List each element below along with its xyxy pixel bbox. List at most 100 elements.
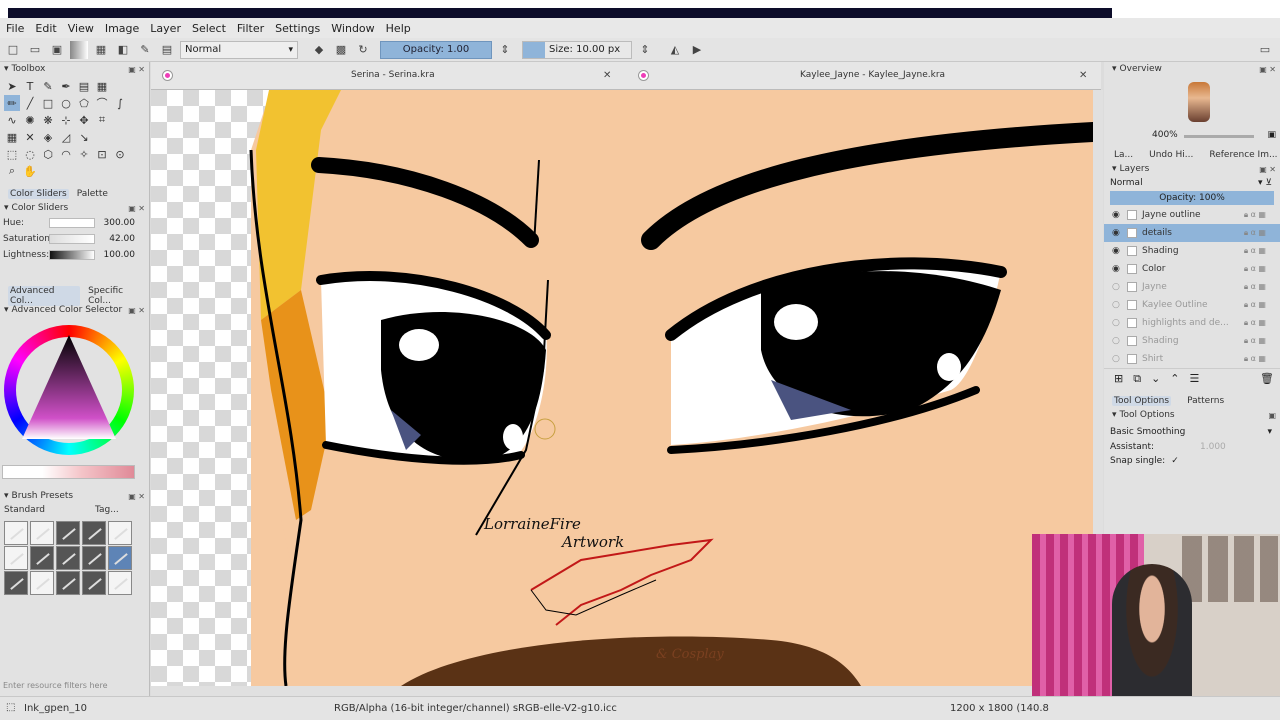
horizontal-scrollbar[interactable] xyxy=(151,686,1101,696)
dock-controls-icon[interactable]: ▣ ✕ xyxy=(128,492,145,501)
eye-closed-icon[interactable]: ○ xyxy=(1112,300,1122,310)
snap-checkbox[interactable]: ✓ xyxy=(1171,456,1179,466)
lasso-select-icon[interactable]: ◠ xyxy=(58,146,74,162)
preserve-alpha-icon[interactable]: ▩ xyxy=(332,41,350,59)
saturation-slider[interactable] xyxy=(49,234,95,244)
brush-preset[interactable] xyxy=(30,546,54,570)
dock-controls-icon[interactable]: ▣ ✕ xyxy=(1259,65,1276,74)
rect-select-icon[interactable]: ⬚ xyxy=(4,146,20,162)
layer-lock-icon[interactable]: 🔒︎ α ▦ xyxy=(1244,300,1266,310)
size-slider[interactable]: Size: 10.00 px xyxy=(522,40,632,59)
brush-preset[interactable] xyxy=(56,546,80,570)
dock-controls-icon[interactable]: ▣ ✕ xyxy=(128,204,145,213)
layer-row[interactable]: ◉ Shading 🔒︎ α ▦ xyxy=(1104,242,1280,260)
chevron-down-icon[interactable]: ▾ xyxy=(4,203,9,213)
resource-filter-input[interactable]: Enter resource filters here xyxy=(0,678,128,694)
tab-color-sliders[interactable]: Color Sliders xyxy=(8,189,69,199)
layer-lock-icon[interactable]: 🔒︎ α ▦ xyxy=(1244,318,1266,328)
brush-preset[interactable] xyxy=(4,571,28,595)
chevron-down-icon[interactable]: ▾ xyxy=(4,64,9,74)
layer-row[interactable]: ○ Jayne 🔒︎ α ▦ xyxy=(1104,278,1280,296)
text-tool-icon[interactable]: T xyxy=(22,78,38,94)
reload-preset-icon[interactable]: ↻ xyxy=(354,41,372,59)
overview-thumbnail[interactable] xyxy=(1104,76,1280,128)
line-tool-icon[interactable]: ╱ xyxy=(22,95,38,111)
eye-icon[interactable]: ◉ xyxy=(1112,264,1122,274)
brush-preset[interactable] xyxy=(30,571,54,595)
multibrush-icon[interactable]: ❋ xyxy=(40,112,56,128)
eye-closed-icon[interactable]: ○ xyxy=(1112,318,1122,328)
reference-icon[interactable]: ↘ xyxy=(76,129,92,145)
eraser-mode-icon[interactable]: ◆ xyxy=(310,41,328,59)
lightness-value[interactable]: 100.00 xyxy=(99,250,136,260)
brush-preset[interactable] xyxy=(108,571,132,595)
layer-row[interactable]: ◉ Jayne outline 🔒︎ α ▦ xyxy=(1104,206,1280,224)
opacity-slider[interactable]: Opacity: 1.00 xyxy=(380,40,492,59)
layer-lock-icon[interactable]: 🔒︎ α ▦ xyxy=(1244,210,1266,220)
menu-select[interactable]: Select xyxy=(192,22,226,35)
brush-preset-selected[interactable] xyxy=(108,546,132,570)
menu-layer[interactable]: Layer xyxy=(150,22,181,35)
eye-icon[interactable]: ◉ xyxy=(1112,210,1122,220)
brush-preset[interactable] xyxy=(82,571,106,595)
filter-icon[interactable]: ▾ ⊻ xyxy=(1258,178,1272,188)
tab-patterns[interactable]: Patterns xyxy=(1185,396,1226,406)
chevron-down-icon[interactable]: ▾ xyxy=(4,491,9,501)
pan-icon[interactable]: ✋ xyxy=(22,163,38,179)
eye-icon[interactable]: ◉ xyxy=(1112,228,1122,238)
eye-icon[interactable]: ◉ xyxy=(1112,246,1122,256)
size-stepper-icon[interactable]: ⇕ xyxy=(636,41,654,59)
chevron-down-icon[interactable]: ▾ xyxy=(1112,410,1117,420)
menu-settings[interactable]: Settings xyxy=(275,22,320,35)
polyline-tool-icon[interactable]: ⌒ xyxy=(94,95,110,111)
tab-palette[interactable]: Palette xyxy=(75,189,110,199)
pattern-tool-icon[interactable]: ▦ xyxy=(94,78,110,94)
menu-filter[interactable]: Filter xyxy=(237,22,264,35)
tag-label[interactable]: Tag... xyxy=(95,505,119,515)
color-select-icon[interactable]: ⊡ xyxy=(94,146,110,162)
tab-undo-history[interactable]: Undo Hi... xyxy=(1147,150,1195,160)
brush-preset[interactable] xyxy=(82,521,106,545)
brush-preset[interactable] xyxy=(56,521,80,545)
brush-preset[interactable] xyxy=(108,521,132,545)
pattern-icon[interactable]: ▦ xyxy=(92,41,110,59)
layer-row[interactable]: ○ highlights and de... 🔒︎ α ▦ xyxy=(1104,314,1280,332)
select-shapes-icon[interactable]: ➤ xyxy=(4,78,20,94)
menu-help[interactable]: Help xyxy=(386,22,411,35)
menu-view[interactable]: View xyxy=(68,22,94,35)
mirror-horizontal-icon[interactable]: ◭ xyxy=(666,41,684,59)
color-wheel-area[interactable] xyxy=(2,321,138,457)
fill-icon[interactable]: ◈ xyxy=(40,129,56,145)
tag-select[interactable]: Standard xyxy=(4,505,45,515)
measure-icon[interactable]: ◿ xyxy=(58,129,74,145)
dock-controls-icon[interactable]: ▣ ✕ xyxy=(128,65,145,74)
chevron-down-icon[interactable]: ▾ xyxy=(4,305,9,315)
chevron-down-icon[interactable]: ▾ xyxy=(1112,64,1117,74)
layer-lock-icon[interactable]: 🔒︎ α ▦ xyxy=(1244,246,1266,256)
close-icon[interactable]: ✕ xyxy=(1079,70,1087,81)
freehand-brush-icon[interactable]: ✏ xyxy=(4,95,20,111)
layer-blend-select[interactable]: Normal xyxy=(1110,178,1143,188)
layer-row[interactable]: ◉ Color 🔒︎ α ▦ xyxy=(1104,260,1280,278)
brush-preset-icon[interactable]: ✎ xyxy=(136,41,154,59)
bezier-tool-icon[interactable]: ∫ xyxy=(112,95,128,111)
chevron-down-icon[interactable]: ▾ xyxy=(1112,164,1117,174)
dock-float-icon[interactable]: ▣ xyxy=(1268,411,1276,420)
assistant-value[interactable]: 1.000 xyxy=(1200,442,1226,452)
layer-lock-icon[interactable]: 🔒︎ α ▦ xyxy=(1244,264,1266,274)
menu-window[interactable]: Window xyxy=(331,22,374,35)
layer-row[interactable]: ○ Shirt 🔒︎ α ▦ xyxy=(1104,350,1280,368)
menu-image[interactable]: Image xyxy=(105,22,139,35)
lightness-slider[interactable] xyxy=(49,250,95,260)
dynamic-brush-icon[interactable]: ✺ xyxy=(22,112,38,128)
saturation-value[interactable]: 42.00 xyxy=(99,234,135,244)
eye-closed-icon[interactable]: ○ xyxy=(1112,354,1122,364)
gradient-icon[interactable] xyxy=(70,40,88,59)
polygon-select-icon[interactable]: ⬡ xyxy=(40,146,56,162)
gradient-tool-icon[interactable]: ▤ xyxy=(76,78,92,94)
tab-document-kaylee[interactable]: Kaylee_Jayne - Kaylee_Jayne.kra xyxy=(800,70,945,80)
open-document-icon[interactable]: ▭ xyxy=(26,41,44,59)
dock-controls-icon[interactable]: ▣ ✕ xyxy=(1259,165,1276,174)
tab-layers[interactable]: La... xyxy=(1112,150,1135,160)
delete-layer-icon[interactable]: 🗑︎ xyxy=(1260,372,1274,385)
